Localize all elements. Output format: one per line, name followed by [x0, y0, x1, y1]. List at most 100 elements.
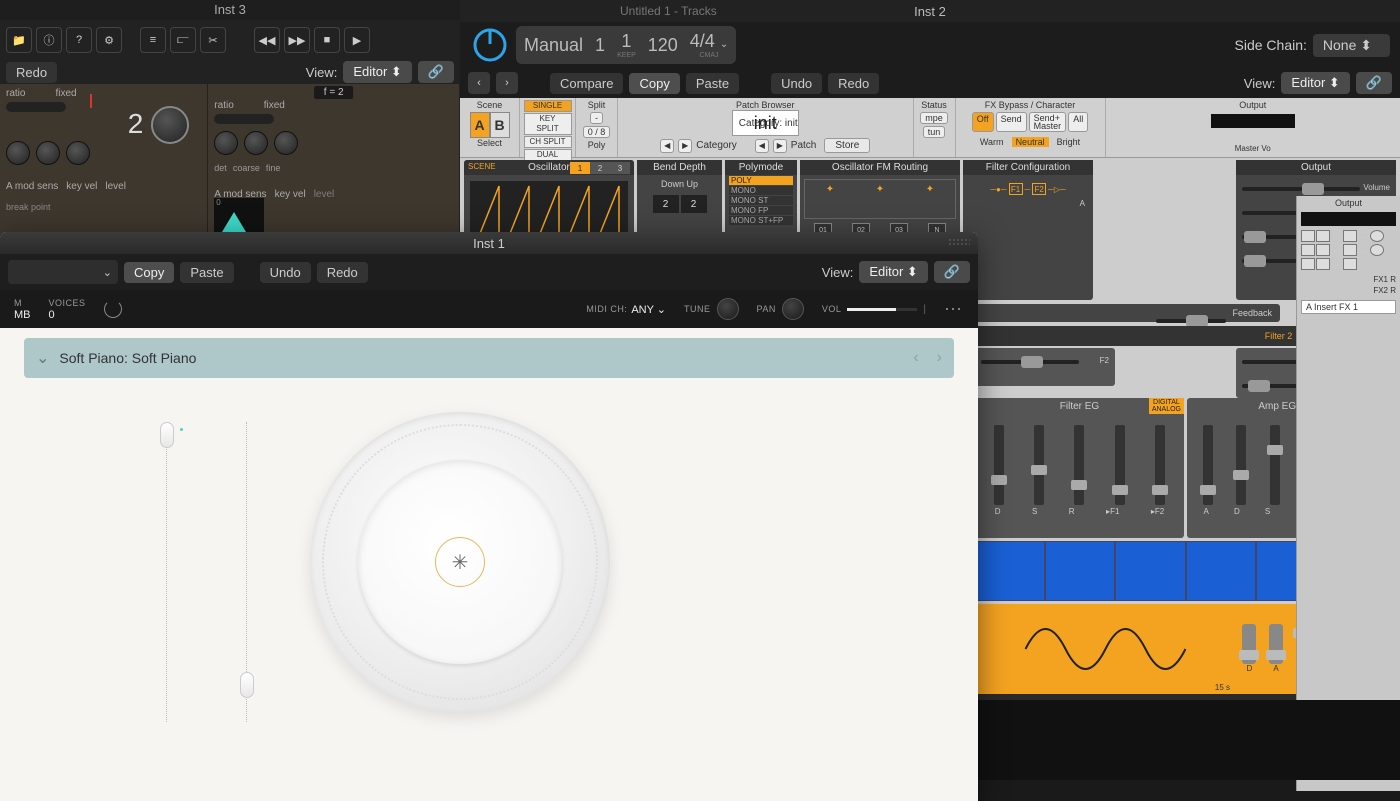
more-menu-icon[interactable]: ⋯	[944, 299, 964, 320]
redo-button[interactable]: Redo	[317, 262, 368, 283]
preset-name: Soft Piano: Soft Piano	[59, 350, 196, 366]
inst3-view-select[interactable]: Editor ⬍	[343, 61, 411, 83]
inst1-titlebar[interactable]: Inst 1	[0, 232, 978, 254]
view-select[interactable]: Editor ⬍	[1281, 72, 1349, 94]
midi-channel-select[interactable]: ANY ⌄	[631, 303, 666, 316]
tool-help-icon[interactable]: ?	[66, 27, 92, 53]
bend-down[interactable]: 2	[653, 195, 679, 213]
inst1-edit-row: ⌄ Copy Paste Undo Redo View: Editor ⬍ 🔗	[0, 254, 978, 290]
chevron-down-icon[interactable]: ⌄	[36, 348, 49, 368]
filter-eg-panel[interactable]: Filter EGDIGITAL ANALOG DSR▸F1▸F2	[975, 398, 1184, 538]
expression-slider[interactable]	[160, 422, 174, 722]
compare-button[interactable]: Compare	[550, 73, 623, 94]
undo-button[interactable]: Undo	[771, 73, 822, 94]
fx-send-button[interactable]: Send	[996, 112, 1027, 132]
prev-preset-icon[interactable]: ‹	[468, 72, 490, 94]
char-bright[interactable]: Bright	[1057, 137, 1081, 147]
osc-tab-2[interactable]: 2	[590, 162, 610, 174]
tune-knob[interactable]	[717, 298, 739, 320]
key-vel-knob[interactable]	[36, 141, 60, 165]
osc-tab-3[interactable]: 3	[610, 162, 630, 174]
level-knob[interactable]	[66, 141, 90, 165]
char-warm[interactable]: Warm	[980, 137, 1004, 147]
redo-button[interactable]: Redo	[828, 73, 879, 94]
insert-fx-slot[interactable]: A Insert FX 1	[1301, 300, 1396, 314]
filter2-panel[interactable]: F2	[975, 348, 1115, 386]
copy-button[interactable]: Copy	[124, 262, 174, 283]
stop-icon[interactable]: ■	[314, 27, 340, 53]
coarse-knob[interactable]	[244, 131, 268, 155]
tool-gear-icon[interactable]: ⚙	[96, 27, 122, 53]
fine-knob[interactable]	[274, 131, 298, 155]
fx-sendmaster-button[interactable]: Send+ Master	[1029, 112, 1067, 132]
preset-select[interactable]: ⌄	[8, 260, 118, 284]
mode-chsplit[interactable]: CH SPLIT	[524, 136, 572, 148]
dynamics-slider[interactable]	[240, 422, 254, 722]
rewind-icon[interactable]: ◀◀	[254, 27, 280, 53]
mode-single[interactable]: SINGLE	[524, 100, 572, 112]
inst3-edit-row: Redo View: Editor ⬍ 🔗	[0, 60, 460, 84]
pan-knob[interactable]	[782, 298, 804, 320]
patch-next-icon[interactable]: ▶	[773, 139, 787, 153]
scene-b-button[interactable]: B	[490, 112, 510, 138]
char-neutral[interactable]: Neutral	[1012, 137, 1049, 147]
cat-prev-icon[interactable]: ◀	[660, 139, 674, 153]
next-preset-icon[interactable]: ›	[496, 72, 518, 94]
play-icon[interactable]: ▶	[344, 27, 370, 53]
lfo-waveform[interactable]: 15 s	[975, 604, 1236, 694]
tool-folder-icon[interactable]: 📁	[6, 27, 32, 53]
volume-slider[interactable]	[847, 308, 917, 311]
link-icon[interactable]: 🔗	[1356, 72, 1392, 94]
inst3-window: Inst 3 📁 ⓘ ? ⚙ ≡ ⫍ ✂ ◀◀ ▶▶ ■ ▶ Redo View…	[0, 0, 460, 235]
paste-button[interactable]: Paste	[686, 73, 739, 94]
inst1-window: Inst 1 ⌄ Copy Paste Undo Redo View: Edit…	[0, 232, 978, 801]
fx-off-button[interactable]: Off	[972, 112, 994, 132]
fx-routing-grid[interactable]: →→ →→ →	[1301, 230, 1396, 270]
preset-prev-icon[interactable]: ‹	[913, 349, 918, 367]
scene-a-button[interactable]: A	[470, 112, 490, 138]
fx-all-button[interactable]: All	[1068, 112, 1088, 132]
patch-display[interactable]: Category: init init	[732, 110, 799, 136]
inst3-redo-button[interactable]: Redo	[6, 62, 57, 83]
det-knob[interactable]	[214, 131, 238, 155]
link-icon[interactable]: 🔗	[934, 261, 970, 283]
split-value[interactable]: -	[590, 112, 603, 124]
poly-value[interactable]: 0 / 8	[583, 126, 611, 138]
bend-up[interactable]: 2	[681, 195, 707, 213]
ratio-knob[interactable]	[151, 106, 189, 144]
preset-bar[interactable]: ⌄ Soft Piano: Soft Piano ‹ ›	[24, 338, 954, 378]
tun-toggle[interactable]: tun	[923, 126, 946, 138]
tool-cut-icon[interactable]: ✂	[200, 27, 226, 53]
macro-knob[interactable]: ✳︎	[310, 412, 610, 712]
fm-operator-2[interactable]: f = 2 ratio fixed det coarse fine A mod …	[208, 84, 460, 234]
preset-next-icon[interactable]: ›	[937, 349, 942, 367]
patch-prev-icon[interactable]: ◀	[755, 139, 769, 153]
power-icon[interactable]	[468, 23, 512, 67]
inst2-titlebar[interactable]: Untitled 1 - Tracks Inst 2	[460, 0, 1400, 22]
lcd-display[interactable]: Manual 1 1KEEP 120 4/4 ⌄Cmaj	[516, 26, 736, 64]
forward-icon[interactable]: ▶▶	[284, 27, 310, 53]
undo-button[interactable]: Undo	[260, 262, 311, 283]
sync-mode[interactable]: Manual	[524, 35, 583, 56]
view-label: View:	[1244, 76, 1276, 91]
cat-next-icon[interactable]: ▶	[678, 139, 692, 153]
store-button[interactable]: Store	[824, 138, 870, 153]
paste-button[interactable]: Paste	[180, 262, 233, 283]
a-mod-knob[interactable]	[6, 141, 30, 165]
copy-button[interactable]: Copy	[629, 73, 679, 94]
fm-operator-1[interactable]: ratio fixed 2 A mod sens key vel level b…	[0, 84, 208, 234]
tool-info-icon[interactable]: ⓘ	[36, 27, 62, 53]
reload-icon[interactable]	[104, 300, 122, 318]
osc-tab-1[interactable]: 1	[570, 162, 590, 174]
eg-graph[interactable]: 0	[214, 198, 264, 234]
sidechain-select[interactable]: None ⬍	[1313, 34, 1390, 57]
link-icon[interactable]: 🔗	[418, 61, 454, 83]
mode-keysplit[interactable]: KEY SPLIT	[524, 113, 572, 135]
main-controls: ✳︎	[0, 382, 978, 801]
tool-sliders-icon[interactable]: ⫍	[170, 27, 196, 53]
filter-config-panel[interactable]: Filter Configuration ─●─ F1 ─ F2 ─▷─ A	[963, 160, 1093, 300]
tool-list-icon[interactable]: ≡	[140, 27, 166, 53]
mpe-toggle[interactable]: mpe	[920, 112, 948, 124]
view-select[interactable]: Editor ⬍	[859, 261, 927, 283]
window-grip-icon[interactable]	[948, 238, 970, 246]
